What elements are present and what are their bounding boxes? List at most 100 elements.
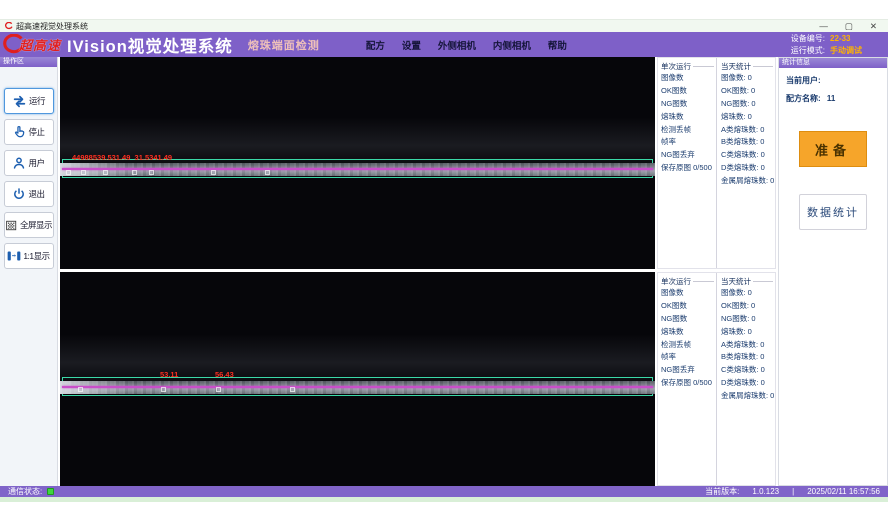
header-info: 设备编号: 22-33 运行模式: 手动调试 <box>791 33 876 57</box>
sidebar-button[interactable]: 运行 <box>4 88 54 114</box>
measurement-line <box>62 386 653 388</box>
stat-row: 图像数 <box>661 72 716 85</box>
menu-item[interactable]: 内侧相机 <box>493 38 531 52</box>
fullscreen-icon <box>5 219 18 232</box>
device-number-label: 设备编号: <box>791 33 825 45</box>
sidebar-button[interactable]: 全屏显示 <box>4 212 54 238</box>
bead-marker <box>149 170 154 175</box>
menu-item[interactable]: 帮助 <box>548 38 567 52</box>
bead-marker <box>161 387 166 392</box>
daily-stats-column: 当天统计 图像数0 OK图数0 NG图数0 熔珠数0 A类熔珠数0 B类熔珠数0… <box>717 58 775 268</box>
bead-marker <box>211 170 216 175</box>
current-user-label: 当前用户: <box>786 76 821 85</box>
app-header: 超高速 IVision视觉处理系统 熔珠端面检测 配方设置外侧相机内侧相机帮助 … <box>0 32 888 57</box>
sidebar-title: 操作区 <box>0 57 57 67</box>
brand-logo: 超高速 <box>3 34 61 56</box>
stat-row: NG图数0 <box>721 98 775 111</box>
stat-row: 图像数0 <box>721 287 775 300</box>
run-mode-label: 运行模式: <box>791 45 825 57</box>
sidebar-button[interactable]: 退出 <box>4 181 54 207</box>
stats-panel-2: 单次运行 图像数 OK图数 NG图数 熔珠数 检测丢帧 帧率 NG图丢弃 <box>657 272 776 486</box>
bead-marker <box>103 170 108 175</box>
minimize-button[interactable]: — <box>819 21 828 32</box>
stat-row: D类熔珠数0 <box>721 162 775 175</box>
stat-row: B类熔珠数0 <box>721 136 775 149</box>
status-separator: | <box>792 487 794 496</box>
stats-panel-1: 单次运行 图像数 OK图数 NG图数 熔珠数 检测丢帧 帧率 NG图丢弃 <box>657 57 776 269</box>
bead-measurement-label: 53.11 <box>160 370 178 379</box>
camera-viewport-2[interactable]: 53.11 56.43 <box>60 272 655 486</box>
recipe-name-value: 11 <box>827 94 835 103</box>
stat-row: 熔珠数 <box>661 111 716 124</box>
measurement-readout: 44988539.531.49 31.5341.49 <box>72 153 172 162</box>
info-panel-title: 统计信息 <box>779 58 887 68</box>
stat-row: C类熔珠数0 <box>721 364 775 377</box>
operation-sidebar: 操作区 运行 停止 用户 退出 全屏显示 1:1显示 <box>0 57 58 486</box>
bead-marker <box>265 170 270 175</box>
stat-row: B类熔珠数0 <box>721 351 775 364</box>
app-logo-icon <box>5 22 13 30</box>
close-button[interactable]: ✕ <box>870 21 877 32</box>
bead-marker <box>81 170 86 175</box>
stat-row: NG图丢弃 <box>661 364 716 377</box>
stat-row: 熔珠数0 <box>721 326 775 339</box>
sidebar-button[interactable]: 停止 <box>4 119 54 145</box>
stat-row: OK图数0 <box>721 85 775 98</box>
app-subtitle: 熔珠端面检测 <box>248 37 320 53</box>
bead-marker <box>132 170 137 175</box>
stat-row: 保存原图0/500 <box>661 377 716 390</box>
menu-item[interactable]: 设置 <box>402 38 421 52</box>
stat-row: 检测丢帧 <box>661 339 716 352</box>
comm-status-label: 通信状态: <box>8 486 42 497</box>
single-run-header: 单次运行 <box>661 276 691 287</box>
daily-stats-header: 当天统计 <box>721 276 751 287</box>
stat-row: D类熔珠数0 <box>721 377 775 390</box>
one-to-one-icon <box>7 250 21 262</box>
bead-marker <box>78 387 83 392</box>
sidebar-button[interactable]: 1:1显示 <box>4 243 54 269</box>
bead-measurement-label: 56.43 <box>215 370 234 379</box>
stat-row: A类熔珠数0 <box>721 124 775 137</box>
stat-row: 帧率 <box>661 351 716 364</box>
stat-row: 帧率 <box>661 136 716 149</box>
device-number-value: 22-33 <box>830 33 876 45</box>
single-run-column: 单次运行 图像数 OK图数 NG图数 熔珠数 检测丢帧 帧率 NG图丢弃 <box>658 58 717 268</box>
camera-viewport-1[interactable]: 44988539.531.49 31.5341.49 <box>60 57 655 269</box>
stat-row: 熔珠数0 <box>721 111 775 124</box>
window-titlebar: 超高速视觉处理系统 — ▢ ✕ <box>0 19 888 32</box>
data-statistics-button[interactable]: 数据统计 <box>799 194 867 230</box>
statistics-info-panel: 统计信息 当前用户: 配方名称: 11 准备 数据统计 <box>778 57 888 486</box>
sidebar-button[interactable]: 用户 <box>4 150 54 176</box>
bead-marker <box>216 387 221 392</box>
stat-row: 检测丢帧 <box>661 124 716 137</box>
stat-row: 熔珠数 <box>661 326 716 339</box>
bead-marker <box>66 170 71 175</box>
menu-item[interactable]: 配方 <box>366 38 385 52</box>
stat-row: A类熔珠数0 <box>721 339 775 352</box>
stat-row: C类熔珠数0 <box>721 149 775 162</box>
stat-row: NG图丢弃 <box>661 149 716 162</box>
daily-stats-header: 当天统计 <box>721 61 751 72</box>
run-icon <box>12 94 27 109</box>
stat-row: NG图数 <box>661 98 716 111</box>
hand-stop-icon <box>12 125 26 139</box>
window-title: 超高速视觉处理系统 <box>16 21 88 32</box>
recipe-name-label: 配方名称: <box>786 94 821 103</box>
bead-marker <box>290 387 295 392</box>
comm-status-led <box>47 488 54 495</box>
stat-row: 金属屑熔珠数0 <box>721 175 775 188</box>
main-menu: 配方 设置 外侧相机 内侧相机 帮助 <box>366 38 567 52</box>
app-title: IVision视觉处理系统 <box>67 33 233 57</box>
stat-row: 图像数0 <box>721 72 775 85</box>
menu-item[interactable]: 外侧相机 <box>438 38 476 52</box>
daily-stats-column: 当天统计 图像数0 OK图数0 NG图数0 熔珠数0 A类熔珠数0 B类熔珠数0… <box>717 273 775 485</box>
stat-row: 图像数 <box>661 287 716 300</box>
stat-row: OK图数 <box>661 300 716 313</box>
prepare-button[interactable]: 准备 <box>799 131 867 167</box>
single-run-column: 单次运行 图像数 OK图数 NG图数 熔珠数 检测丢帧 帧率 NG图丢弃 <box>658 273 717 485</box>
maximize-button[interactable]: ▢ <box>845 21 853 32</box>
stat-row: OK图数 <box>661 85 716 98</box>
sidebar-buttons: 运行 停止 用户 退出 全屏显示 1:1显示 <box>0 88 57 269</box>
brand-text: 超高速 <box>19 35 61 54</box>
stat-row: NG图数 <box>661 313 716 326</box>
